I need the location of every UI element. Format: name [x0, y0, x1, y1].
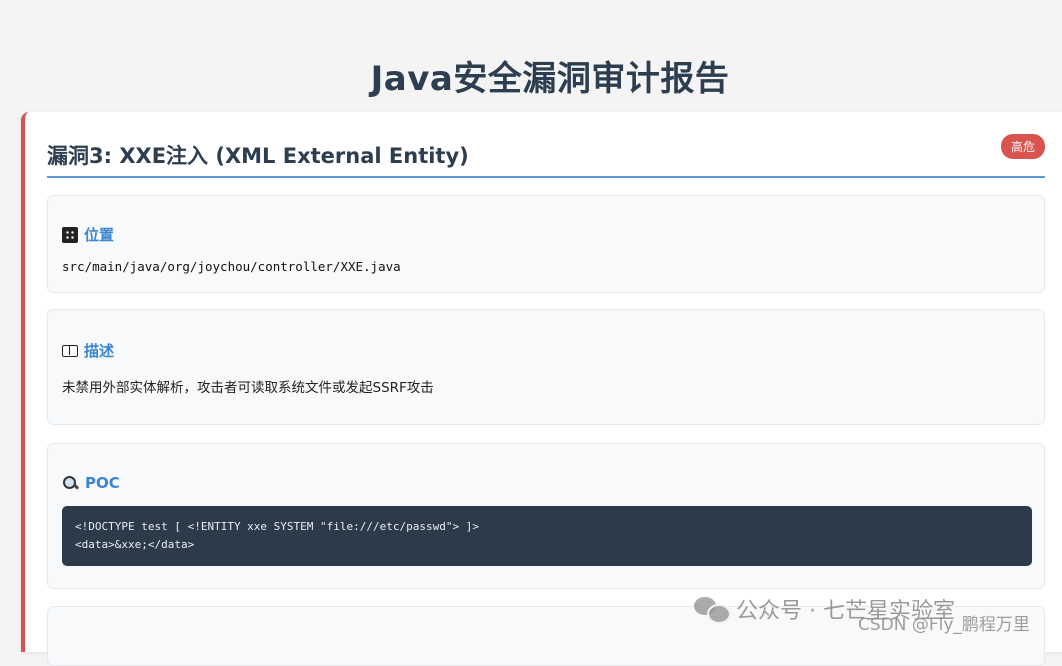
- location-heading: 位置: [62, 224, 114, 245]
- location-section: 位置 src/main/java/org/joychou/controller/…: [47, 195, 1045, 293]
- poc-heading: POC: [62, 474, 120, 492]
- description-text: 未禁用外部实体解析，攻击者可读取系统文件或发起SSRF攻击: [62, 380, 434, 396]
- wechat-icon: [694, 595, 731, 624]
- poc-section: POC <!DOCTYPE test [ <!ENTITY xxe SYSTEM…: [47, 443, 1045, 589]
- csdn-watermark: CSDN @Fly_鹏程万里: [858, 615, 1030, 635]
- vulnerability-title: 漏洞3: XXE注入 (XML External Entity): [47, 144, 469, 168]
- poc-heading-label: POC: [85, 474, 120, 492]
- magnifier-icon: [62, 475, 79, 492]
- vulnerability-card: 漏洞3: XXE注入 (XML External Entity) 高危 位置 s…: [21, 112, 1062, 666]
- poc-code-block: <!DOCTYPE test [ <!ENTITY xxe SYSTEM "fi…: [62, 506, 1032, 566]
- location-path: src/main/java/org/joychou/controller/XXE…: [62, 259, 401, 274]
- vulnerability-header: 漏洞3: XXE注入 (XML External Entity) 高危: [47, 134, 1045, 178]
- grid-location-icon: [62, 226, 78, 243]
- location-heading-label: 位置: [84, 226, 115, 244]
- severity-badge: 高危: [1000, 134, 1045, 159]
- description-section: 描述 未禁用外部实体解析，攻击者可读取系统文件或发起SSRF攻击: [47, 309, 1045, 425]
- page-title: Java安全漏洞审计报告: [370, 58, 730, 99]
- book-icon: [62, 344, 78, 357]
- description-heading: 描述: [62, 340, 114, 361]
- description-heading-label: 描述: [84, 342, 115, 360]
